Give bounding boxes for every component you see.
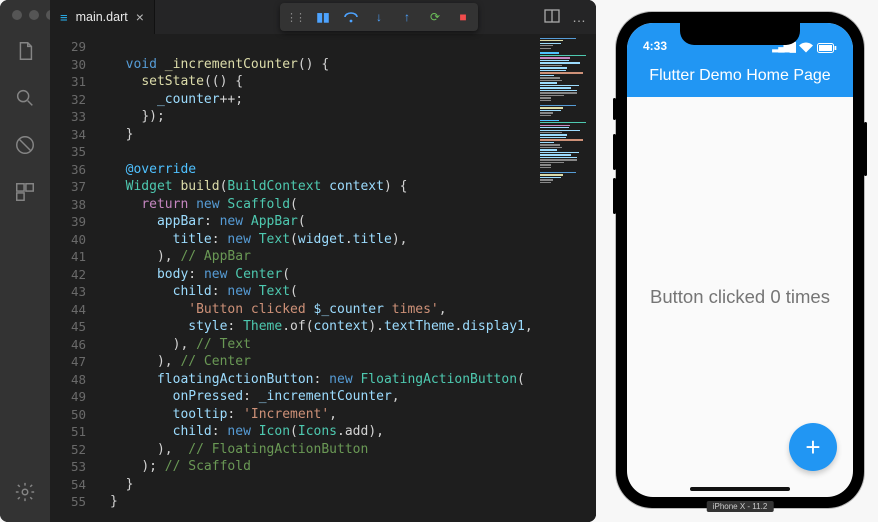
phone-volume-down [613,178,616,214]
split-editor-icon[interactable] [544,9,560,26]
app-bar: Flutter Demo Home Page [627,55,853,97]
debug-stop-button[interactable]: ■ [454,8,472,26]
debug-grip-icon[interactable]: ⋮⋮ [286,11,304,24]
debug-toolbar[interactable]: ⋮⋮ ▮▮ ↓ ↑ ⟳ ■ [280,3,478,31]
debug-pause-button[interactable]: ▮▮ [314,8,332,26]
phone-power-button [864,122,867,176]
more-actions-icon[interactable]: … [572,9,586,26]
settings-gear-icon[interactable] [14,481,36,508]
debug-icon[interactable] [14,134,36,161]
phone-mute-switch [613,98,616,120]
device-label: iPhone X - 11.2 [707,501,774,512]
phone-notch [680,23,800,45]
simulator-panel: 4:33 ▂▄▆█ Flutter Demo Home Page Button … [596,0,878,522]
add-icon: + [805,432,820,463]
minimap[interactable] [536,34,596,522]
counter-text: Button clicked 0 times [650,286,830,308]
search-icon[interactable] [14,87,36,114]
code-content[interactable]: void _incrementCounter() { setState(() {… [100,34,596,522]
debug-step-over-button[interactable] [342,8,360,26]
mac-min-dot[interactable] [29,10,39,20]
status-time: 4:33 [643,39,667,53]
debug-step-into-button[interactable]: ↓ [370,8,388,26]
extensions-icon[interactable] [14,181,36,208]
mac-close-dot[interactable] [12,10,22,20]
line-number-gutter: 29 30 31 32 33 34 35 36 37 38 39 40 41 4… [50,34,100,522]
tab-close-icon[interactable]: × [136,9,144,25]
dart-file-icon: ≡ [60,10,68,25]
debug-restart-button[interactable]: ⟳ [426,8,444,26]
editor-tabbar: ≡ main.dart × ⋮⋮ ▮▮ ↓ ↑ ⟳ ■ … [50,0,596,34]
debug-step-out-button[interactable]: ↑ [398,8,416,26]
floating-action-button[interactable]: + [789,423,837,471]
iphone-frame: 4:33 ▂▄▆█ Flutter Demo Home Page Button … [616,12,864,508]
code-editor-window: ≡ main.dart × ⋮⋮ ▮▮ ↓ ↑ ⟳ ■ … [0,0,596,522]
wifi-icon [799,42,813,53]
home-indicator[interactable] [690,487,790,491]
app-bar-title: Flutter Demo Home Page [649,67,830,85]
phone-volume-up [613,134,616,170]
editor-main: ≡ main.dart × ⋮⋮ ▮▮ ↓ ↑ ⟳ ■ … [50,0,596,522]
battery-icon [817,43,837,53]
phone-screen: 4:33 ▂▄▆█ Flutter Demo Home Page Button … [627,23,853,497]
editor-title-actions: … [544,9,596,26]
explorer-icon[interactable] [14,40,36,67]
code-area[interactable]: 29 30 31 32 33 34 35 36 37 38 39 40 41 4… [50,34,596,522]
tab-main-dart[interactable]: ≡ main.dart × [50,0,155,34]
activity-bar [0,0,50,522]
tab-filename: main.dart [76,10,128,24]
